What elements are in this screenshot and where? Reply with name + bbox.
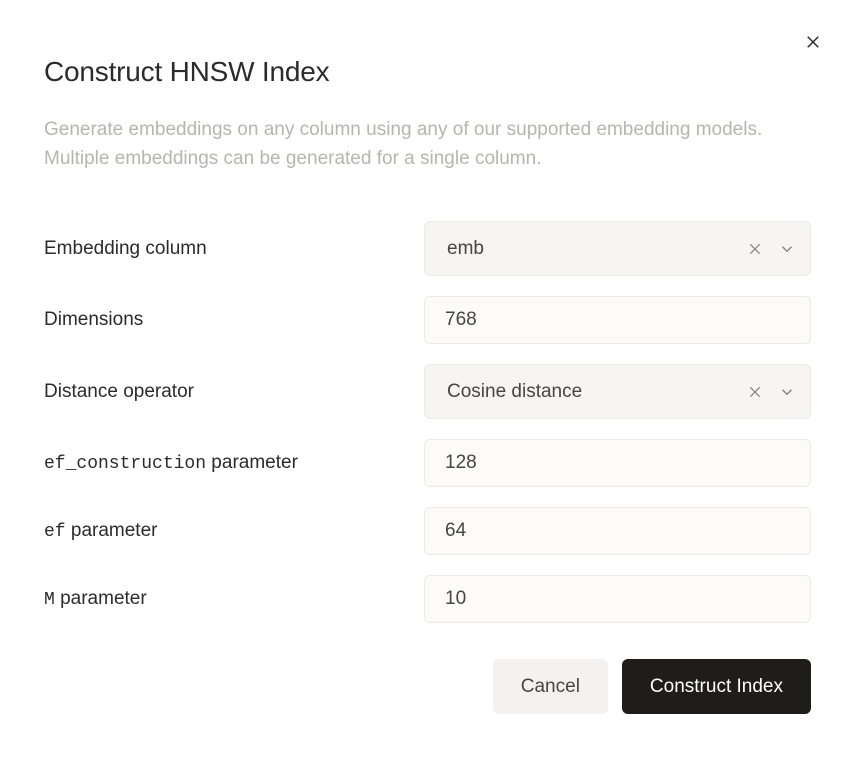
field-row-dimensions: Dimensions [44,296,811,344]
mono-text: M [44,590,55,610]
select-value: Cosine distance [447,381,746,403]
field-label: ef_construction parameter [44,452,424,474]
ef-input[interactable] [424,507,811,555]
field-row-embedding-column: Embedding column emb [44,221,811,276]
construct-hnsw-dialog: Construct HNSW Index Generate embeddings… [0,0,855,758]
field-label: Distance operator [44,381,424,403]
chevron-down-icon[interactable] [778,383,796,401]
mono-text: ef [44,522,66,542]
field-label: Dimensions [44,309,424,331]
button-row: Cancel Construct Index [44,659,811,714]
field-label: ef parameter [44,520,424,542]
chevron-down-icon[interactable] [778,240,796,258]
field-label: Embedding column [44,238,424,260]
close-button[interactable] [801,32,825,56]
dimensions-input[interactable] [424,296,811,344]
clear-icon[interactable] [746,240,764,258]
label-rest: parameter [55,588,147,609]
field-row-ef-construction: ef_construction parameter [44,439,811,487]
mono-text: ef_construction [44,454,206,474]
dialog-description: Generate embeddings on any column using … [44,116,811,173]
ef-construction-input[interactable] [424,439,811,487]
distance-operator-select[interactable]: Cosine distance [424,364,811,419]
dialog-title: Construct HNSW Index [44,56,811,88]
field-label: M parameter [44,588,424,610]
construct-index-button[interactable]: Construct Index [622,659,811,714]
embedding-column-select[interactable]: emb [424,221,811,276]
close-icon [804,33,822,56]
cancel-button[interactable]: Cancel [493,659,608,714]
clear-icon[interactable] [746,383,764,401]
label-rest: parameter [66,520,158,541]
field-row-distance-operator: Distance operator Cosine distance [44,364,811,419]
field-row-m: M parameter [44,575,811,623]
m-input[interactable] [424,575,811,623]
select-value: emb [447,238,746,260]
field-row-ef: ef parameter [44,507,811,555]
label-rest: parameter [206,452,298,473]
